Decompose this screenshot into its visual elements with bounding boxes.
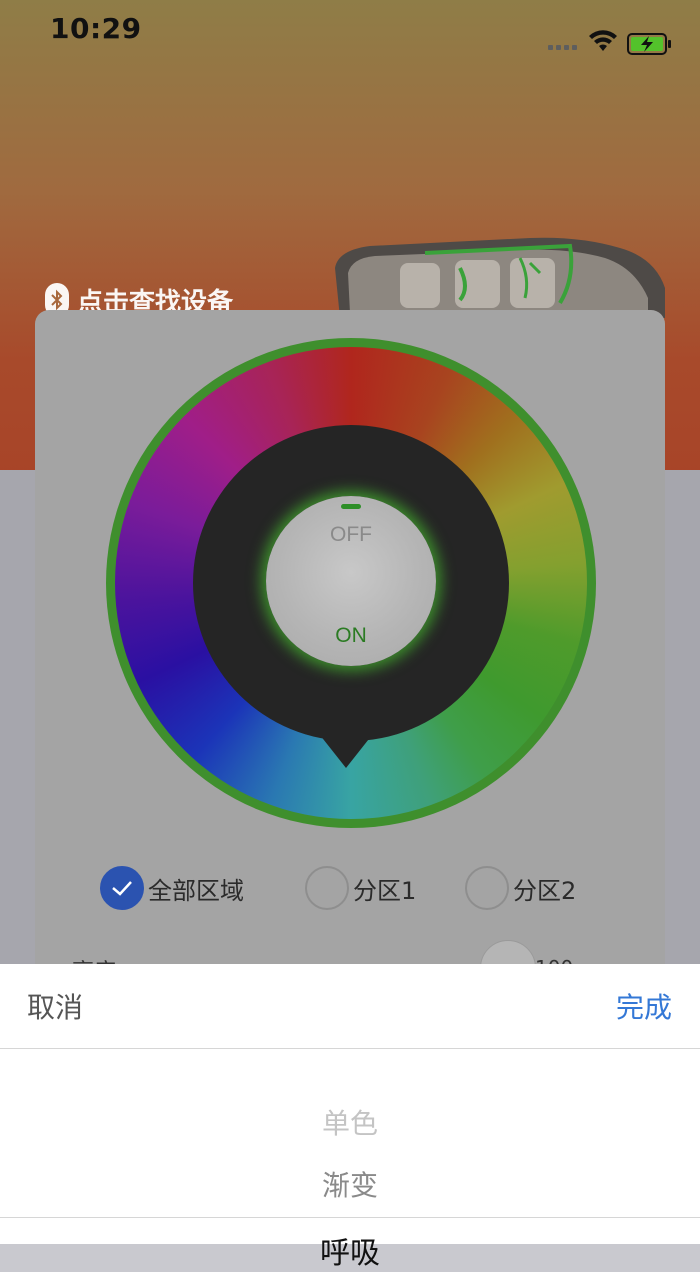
done-button[interactable]: 完成 [616, 986, 672, 1026]
radio-unchecked-icon[interactable] [465, 866, 509, 910]
color-wheel[interactable]: OFF ON [106, 338, 596, 828]
picker-option-single-color[interactable]: 单色 [0, 1102, 700, 1142]
wifi-icon [588, 30, 618, 56]
zone-2-label: 分区2 [513, 876, 577, 905]
on-label: ON [335, 624, 367, 647]
zone-2-radio[interactable]: 分区2 [465, 864, 576, 912]
status-time: 10:29 [50, 12, 142, 45]
zone-1-label: 分区1 [353, 876, 417, 905]
off-label: OFF [330, 523, 372, 546]
checkmark-icon[interactable] [100, 866, 144, 910]
picker-option-gradient[interactable]: 渐变 [0, 1164, 700, 1204]
radio-unchecked-icon[interactable] [305, 866, 349, 910]
battery-charging-icon [627, 33, 673, 59]
color-pointer-icon[interactable] [316, 730, 376, 768]
zone-all-radio[interactable]: 全部区域 [100, 864, 244, 912]
mode-picker-sheet: 取消 完成 单色 渐变 呼吸 [0, 964, 700, 1271]
picker-option-breathing[interactable]: 呼吸 [0, 1228, 700, 1272]
zone-all-label: 全部区域 [148, 876, 244, 905]
status-bar: 10:29 [0, 0, 700, 60]
zone-1-radio[interactable]: 分区1 [305, 864, 416, 912]
knob-indicator [341, 504, 361, 509]
picker-selection-divider [0, 1217, 700, 1218]
picker-toolbar: 取消 完成 [0, 964, 700, 1049]
car-image [330, 228, 668, 323]
signal-icon [548, 45, 577, 50]
cancel-button[interactable]: 取消 [27, 986, 83, 1026]
